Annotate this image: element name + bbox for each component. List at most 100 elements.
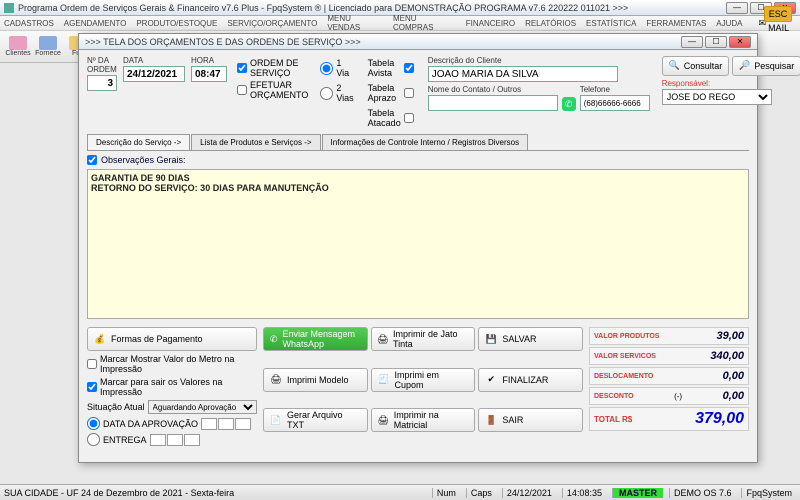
via2-label: 2 Vias xyxy=(336,83,353,103)
obs-label: Observações Gerais: xyxy=(101,155,186,165)
data-aprov-radio[interactable] xyxy=(87,417,100,430)
situacao-select[interactable]: Aguardando Aprovação xyxy=(148,400,257,414)
search-icon: 🔍 xyxy=(669,60,681,72)
telefone-input[interactable] xyxy=(580,95,650,111)
tabela-avista-check[interactable] xyxy=(404,63,414,73)
valor-produtos-label: VALOR PRODUTOS xyxy=(594,333,659,340)
tab-produtos[interactable]: Lista de Produtos e Serviços -> xyxy=(191,134,320,150)
check-icon: ✔ xyxy=(484,373,498,387)
entrega-radio[interactable] xyxy=(87,433,100,446)
contato-label: Nome do Contato / Outros xyxy=(428,85,558,94)
data-input[interactable] xyxy=(123,66,185,82)
status-caps: Caps xyxy=(466,488,496,498)
status-left: SUA CIDADE - UF 24 de Dezembro de 2021 -… xyxy=(4,488,426,498)
deslocamento-value: 0,00 xyxy=(723,370,744,382)
imprimir-modelo-button[interactable]: 🖨Imprimi Modelo xyxy=(263,368,368,392)
money-icon: 💰 xyxy=(93,332,107,346)
num-ordem-label: Nº DA ORDEM xyxy=(87,56,117,74)
via1-radio[interactable] xyxy=(320,62,333,75)
marcar-metro-label: Marcar Mostrar Valor do Metro na Impress… xyxy=(100,354,257,374)
marcar-sair-label: Marcar para sair os Valores na Impressão xyxy=(100,377,257,397)
dialog-maximize[interactable]: ☐ xyxy=(705,36,727,48)
tab-descricao[interactable]: Descrição do Serviço -> xyxy=(87,134,190,150)
data-label: DATA xyxy=(123,56,185,65)
hora-label: HORA xyxy=(191,56,227,65)
ordem-servico-check[interactable] xyxy=(237,63,247,73)
obs-textarea[interactable]: GARANTIA DE 90 DIAS RETORNO DO SERVIÇO: … xyxy=(87,169,749,319)
entrega-m[interactable] xyxy=(167,434,183,446)
entrega-label: ENTREGA xyxy=(103,435,147,445)
minimize-button[interactable]: — xyxy=(726,2,748,14)
hora-input[interactable] xyxy=(191,66,227,82)
num-ordem-input[interactable] xyxy=(87,75,117,91)
efetuar-orc-check[interactable] xyxy=(237,85,247,95)
receipt-icon: 🧾 xyxy=(377,373,391,387)
menu-estatistica[interactable]: ESTATÍSTICA xyxy=(586,19,636,28)
tabela-atacado-check[interactable] xyxy=(404,113,414,123)
tabela-avista-label: Tabela Avista xyxy=(368,58,401,78)
save-icon: 💾 xyxy=(484,332,498,346)
menu-financeiro[interactable]: FINANCEIRO xyxy=(466,19,515,28)
tabela-aprazo-check[interactable] xyxy=(404,88,414,98)
responsavel-select[interactable]: JOSE DO REGO xyxy=(662,89,772,105)
deslocamento-label: DESLOCAMENTO xyxy=(594,373,653,380)
salvar-button[interactable]: 💾SALVAR xyxy=(478,327,583,351)
status-master: MASTER xyxy=(612,488,663,498)
consultar-button[interactable]: 🔍Consultar xyxy=(662,56,730,76)
tab-strip: Descrição do Serviço -> Lista de Produto… xyxy=(87,134,749,151)
dialog-title: >>> TELA DOS ORÇAMENTOS E DAS ORDENS DE … xyxy=(85,37,681,47)
imprimir-matricial-button[interactable]: 🖨Imprimir na Matricial xyxy=(371,408,476,432)
via2-radio[interactable] xyxy=(320,87,333,100)
exit-icon: 🚪 xyxy=(484,413,498,427)
toolbar-clientes[interactable]: Clientes xyxy=(4,33,32,61)
aprov-d[interactable] xyxy=(201,418,217,430)
menu-servico[interactable]: SERVIÇO/ORÇAMENTO xyxy=(227,19,317,28)
gerar-txt-button[interactable]: 📄Gerar Arquivo TXT xyxy=(263,408,368,432)
valor-produtos-value: 39,00 xyxy=(716,330,744,342)
enviar-whatsapp-button[interactable]: ✆Enviar Mensagem WhatsApp xyxy=(263,327,368,351)
menu-ajuda[interactable]: AJUDA xyxy=(716,19,742,28)
imprimir-jato-button[interactable]: 🖨Imprimir de Jato Tinta xyxy=(371,327,476,351)
obs-check[interactable] xyxy=(87,155,97,165)
menu-produto[interactable]: PRODUTO/ESTOQUE xyxy=(136,19,217,28)
total-label: TOTAL R$ xyxy=(594,415,632,424)
aprov-m[interactable] xyxy=(218,418,234,430)
menu-agendamento[interactable]: AGENDAMENTO xyxy=(64,19,127,28)
aprov-y[interactable] xyxy=(235,418,251,430)
menu-cadastros[interactable]: CADASTROS xyxy=(4,19,54,28)
menu-vendas[interactable]: MENU VENDAS xyxy=(327,14,383,32)
desc-cliente-input[interactable] xyxy=(428,66,618,82)
contato-input[interactable] xyxy=(428,95,558,111)
panel-close-button[interactable]: ESC xyxy=(764,6,792,22)
fornece-icon xyxy=(39,36,57,50)
ordem-servico-label: ORDEM DE SERVIÇO xyxy=(250,58,308,78)
whatsapp-icon[interactable]: ✆ xyxy=(562,97,576,111)
statusbar: SUA CIDADE - UF 24 de Dezembro de 2021 -… xyxy=(0,484,800,500)
dialog-close[interactable]: ✕ xyxy=(729,36,751,48)
menu-ferramentas[interactable]: FERRAMENTAS xyxy=(646,19,706,28)
entrega-d[interactable] xyxy=(150,434,166,446)
imprimir-cupom-button[interactable]: 🧾Imprimi em Cupom xyxy=(371,368,476,392)
tab-controle[interactable]: Informações de Controle Interno / Regist… xyxy=(322,134,529,150)
data-aprov-label: DATA DA APROVAÇÃO xyxy=(103,419,198,429)
finalizar-button[interactable]: ✔FINALIZAR xyxy=(478,368,583,392)
desc-cliente-label: Descrição do Cliente xyxy=(428,56,650,65)
formas-pagamento-button[interactable]: 💰Formas de Pagamento xyxy=(87,327,257,351)
desconto-value: 0,00 xyxy=(723,390,744,402)
printer-icon-2: 🖨 xyxy=(269,373,283,387)
desconto-label: DESCONTO xyxy=(594,393,634,400)
marcar-sair-check[interactable] xyxy=(87,382,97,392)
status-time: 14:08:35 xyxy=(562,488,606,498)
toolbar-fornece[interactable]: Fornece xyxy=(34,33,62,61)
search-icon-2: 🔎 xyxy=(739,60,751,72)
menu-relatorios[interactable]: RELATÓRIOS xyxy=(525,19,576,28)
dialog-minimize[interactable]: — xyxy=(681,36,703,48)
menu-compras[interactable]: MENU COMPRAS xyxy=(393,14,456,32)
status-num: Num xyxy=(432,488,460,498)
entrega-y[interactable] xyxy=(184,434,200,446)
marcar-metro-check[interactable] xyxy=(87,359,97,369)
sair-button[interactable]: 🚪SAIR xyxy=(478,408,583,432)
valor-servicos-value: 340,00 xyxy=(710,350,744,362)
printer-icon-3: 🖨 xyxy=(377,413,390,427)
pesquisar-button[interactable]: 🔎Pesquisar xyxy=(732,56,800,76)
